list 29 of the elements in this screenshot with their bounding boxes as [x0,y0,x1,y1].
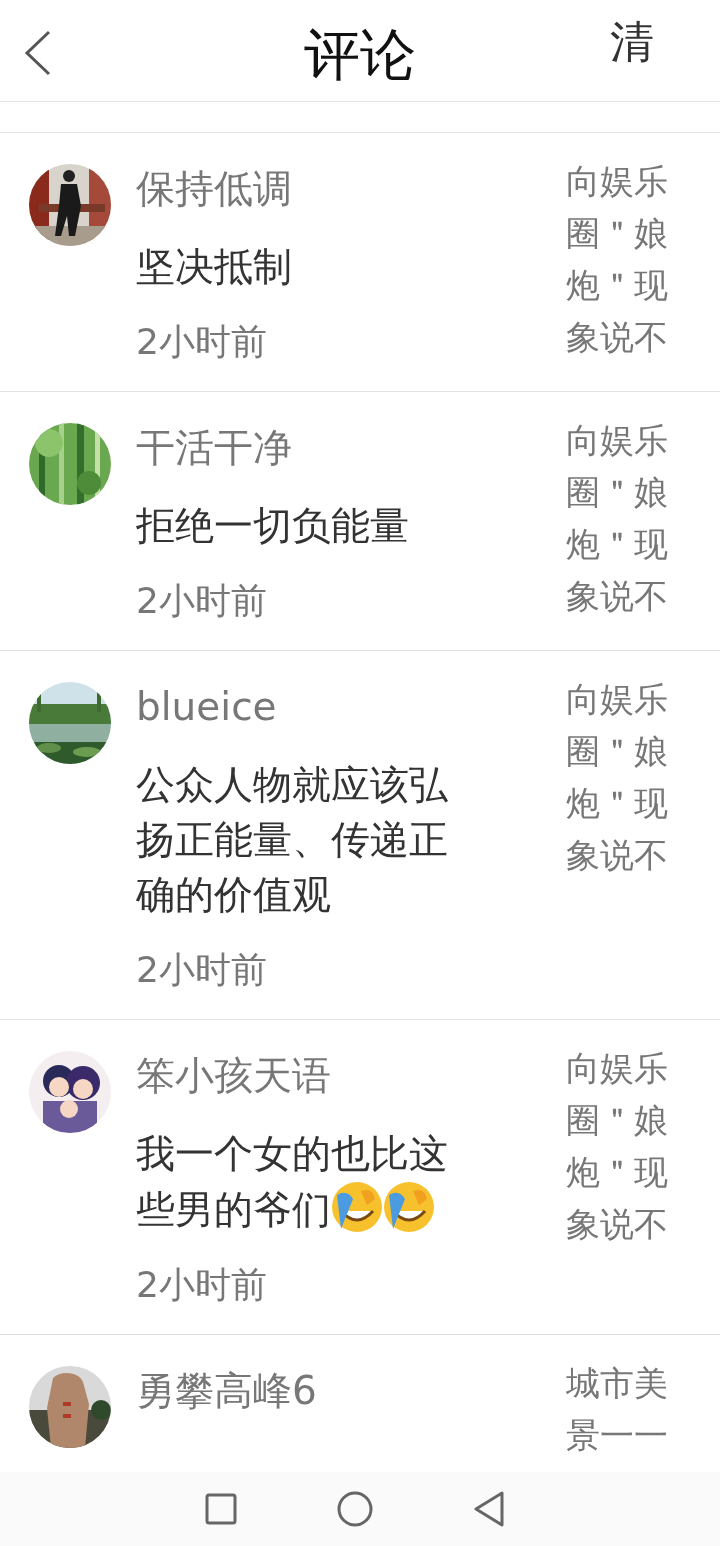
user-name: 干活干净 [136,424,293,472]
clear-button[interactable]: 清 [610,14,654,70]
laughing-emoji-icon [383,1181,435,1233]
user-name: blueice [136,683,278,731]
comment-time: 2小时前 [136,320,268,364]
comment-text: 我一个女的也比这些男的爷们 [136,1130,449,1235]
nav-button[interactable] [205,1493,237,1525]
laughing-emoji-icon [331,1181,383,1233]
circle-icon [337,1491,373,1527]
user-name: 勇攀高峰6 [136,1367,318,1415]
article-title[interactable]: 向娱乐圈＂娘炮＂现象说不 [566,673,668,998]
comment-time: 2小时前 [136,579,268,623]
nav-button[interactable] [337,1491,373,1527]
article-title[interactable]: 向娱乐圈＂娘炮＂现象说不 [566,155,668,370]
comment-text: 坚决抵制 [136,243,293,291]
comment-time: 2小时前 [136,948,268,992]
back-icon [23,30,53,76]
nav-button[interactable] [473,1491,505,1527]
comment-text: 拒绝一切负能量 [136,502,410,550]
article-title[interactable]: 城市美景一一 [566,1357,668,1461]
back-triangle-icon [473,1491,505,1527]
page-title: 评论 [304,22,416,88]
comment-text: 公众人物就应该弘扬正能量、传递正确的价值观 [136,761,449,919]
article-title[interactable]: 向娱乐圈＂娘炮＂现象说不 [566,1042,668,1313]
user-name: 保持低调 [136,165,293,213]
user-name: 笨小孩天语 [136,1052,332,1100]
article-title[interactable]: 向娱乐圈＂娘炮＂现象说不 [566,414,668,629]
square-icon [205,1493,237,1525]
comment-time: 2小时前 [136,1263,268,1307]
